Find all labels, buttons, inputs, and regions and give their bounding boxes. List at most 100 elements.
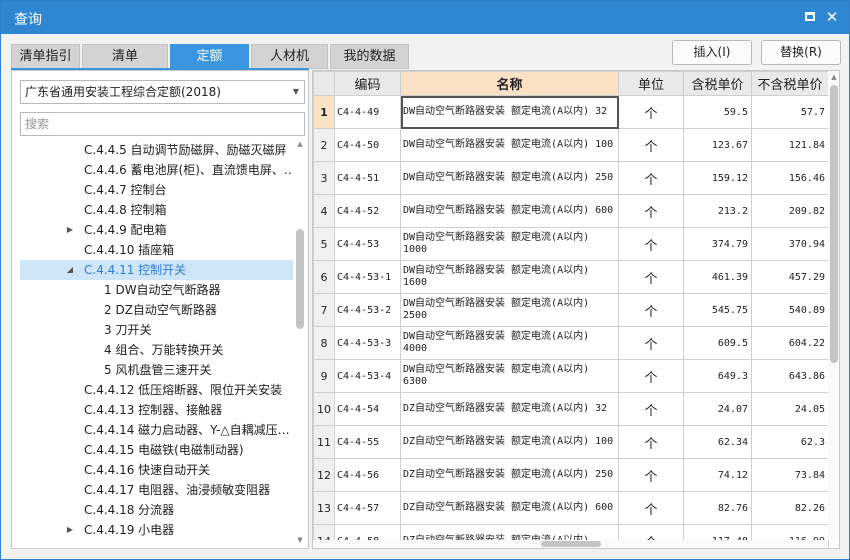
cell-price-notax[interactable]: 540.89: [751, 293, 829, 327]
search-input[interactable]: 搜索: [20, 112, 305, 136]
cell-unit[interactable]: 个: [618, 326, 684, 360]
tree-item[interactable]: 1 DW自动空气断路器: [20, 280, 293, 300]
replace-button[interactable]: 替换(R): [761, 40, 841, 65]
cell-price-tax[interactable]: 609.5: [683, 326, 752, 360]
cell-price-tax[interactable]: 159.12: [683, 161, 752, 195]
cell-price-tax[interactable]: 82.76: [683, 491, 752, 525]
tree-item[interactable]: 4 组合、万能转换开关: [20, 340, 293, 360]
row-number[interactable]: 9: [313, 359, 335, 393]
tree-scroll-thumb[interactable]: [296, 229, 304, 329]
cell-price-notax[interactable]: 209.82: [751, 194, 829, 228]
row-number[interactable]: 6: [313, 260, 335, 294]
table-row[interactable]: 10 C4-4-54 DZ自动空气断路器安装 额定电流(A以内) 32 个 24.07 2…: [313, 392, 829, 426]
cell-price-notax[interactable]: 57.7: [751, 95, 829, 129]
cell-code[interactable]: C4-4-53-4: [334, 359, 401, 393]
tree-item[interactable]: C.4.4.16 快速自动开关: [20, 460, 293, 480]
tab-labor-material[interactable]: 人材机: [251, 44, 328, 69]
cell-code[interactable]: C4-4-54: [334, 392, 401, 426]
cell-price-tax[interactable]: 123.67: [683, 128, 752, 162]
table-vscrollbar[interactable]: ▲: [828, 71, 839, 540]
cell-price-notax[interactable]: 604.22: [751, 326, 829, 360]
tab-quota[interactable]: 定额: [170, 44, 249, 69]
row-number[interactable]: 12: [313, 458, 335, 492]
table-row[interactable]: 12 C4-4-56 DZ自动空气断路器安装 额定电流(A以内) 250 个 74.12…: [313, 458, 829, 492]
table-row[interactable]: 4 C4-4-52 DW自动空气断路器安装 额定电流(A以内) 600 个 213.2 2…: [313, 194, 829, 228]
tree-item[interactable]: ▶ C.4.4.9 配电箱: [20, 220, 293, 240]
cell-name[interactable]: DW自动空气断路器安装 额定电流(A以内) 1000: [400, 227, 619, 261]
table-row[interactable]: 2 C4-4-50 DW自动空气断路器安装 额定电流(A以内) 100 个 123.67…: [313, 128, 829, 162]
tree-item[interactable]: 2 DZ自动空气断路器: [20, 300, 293, 320]
close-button[interactable]: ✕: [825, 10, 839, 25]
cell-price-tax[interactable]: 374.79: [683, 227, 752, 261]
cell-price-tax[interactable]: 62.34: [683, 425, 752, 459]
tree-item[interactable]: C.4.4.5 自动调节励磁屏、励磁灭磁屏: [20, 140, 293, 160]
table-row[interactable]: 3 C4-4-51 DW自动空气断路器安装 额定电流(A以内) 250 个 159.12…: [313, 161, 829, 195]
scroll-down-icon[interactable]: ▼: [295, 535, 305, 545]
cell-price-notax[interactable]: 62.3: [751, 425, 829, 459]
row-number[interactable]: 5: [313, 227, 335, 261]
tree-item[interactable]: C.4.4.13 控制器、接触器: [20, 400, 293, 420]
cell-price-notax[interactable]: 121.84: [751, 128, 829, 162]
cell-price-tax[interactable]: 213.2: [683, 194, 752, 228]
cell-unit[interactable]: 个: [618, 392, 684, 426]
row-number[interactable]: 11: [313, 425, 335, 459]
cell-code[interactable]: C4-4-53: [334, 227, 401, 261]
row-number[interactable]: 1: [313, 95, 335, 129]
cell-name[interactable]: DW自动空气断路器安装 额定电流(A以内) 600: [400, 194, 619, 228]
cell-name[interactable]: DW自动空气断路器安装 额定电流(A以内) 6300: [400, 359, 619, 393]
cell-name[interactable]: DW自动空气断路器安装 额定电流(A以内) 32: [400, 95, 619, 129]
cell-unit[interactable]: 个: [618, 491, 684, 525]
cell-unit[interactable]: 个: [618, 161, 684, 195]
table-row[interactable]: 9 C4-4-53-4 DW自动空气断路器安装 额定电流(A以内) 6300 个 649…: [313, 359, 829, 393]
cell-price-notax[interactable]: 370.94: [751, 227, 829, 261]
tree-item[interactable]: 3 刀开关: [20, 320, 293, 340]
cell-name[interactable]: DW自动空气断路器安装 额定电流(A以内) 1600: [400, 260, 619, 294]
table-row[interactable]: 1 C4-4-49 DW自动空气断路器安装 额定电流(A以内) 32 个 59.5 57.…: [313, 95, 829, 129]
cell-unit[interactable]: 个: [618, 128, 684, 162]
row-number[interactable]: 13: [313, 491, 335, 525]
cell-name[interactable]: DW自动空气断路器安装 额定电流(A以内) 4000: [400, 326, 619, 360]
cell-price-notax[interactable]: 24.05: [751, 392, 829, 426]
header-unit[interactable]: 单位: [618, 71, 684, 96]
cell-price-notax[interactable]: 643.86: [751, 359, 829, 393]
header-name[interactable]: 名称: [400, 71, 619, 96]
tree-item[interactable]: C.4.4.10 插座箱: [20, 240, 293, 260]
cell-unit[interactable]: 个: [618, 260, 684, 294]
cell-price-tax[interactable]: 74.12: [683, 458, 752, 492]
table-row[interactable]: 5 C4-4-53 DW自动空气断路器安装 额定电流(A以内) 1000 个 374.7…: [313, 227, 829, 261]
cell-price-notax[interactable]: 73.84: [751, 458, 829, 492]
cell-code[interactable]: C4-4-57: [334, 491, 401, 525]
tree-item[interactable]: 5 风机盘管三速开关: [20, 360, 293, 380]
tab-bill[interactable]: 清单: [82, 44, 168, 69]
row-number[interactable]: 2: [313, 128, 335, 162]
collapsed-arrow-icon[interactable]: ▶: [65, 520, 75, 540]
row-number[interactable]: 3: [313, 161, 335, 195]
cell-name[interactable]: DW自动空气断路器安装 额定电流(A以内) 2500: [400, 293, 619, 327]
header-price-notax[interactable]: 不含税单价: [751, 71, 829, 96]
row-number[interactable]: 10: [313, 392, 335, 426]
cell-code[interactable]: C4-4-56: [334, 458, 401, 492]
cell-price-tax[interactable]: 461.39: [683, 260, 752, 294]
tree-item[interactable]: C.4.4.15 电磁铁(电磁制动器): [20, 440, 293, 460]
cell-price-tax[interactable]: 545.75: [683, 293, 752, 327]
cell-unit[interactable]: 个: [618, 194, 684, 228]
cell-price-notax[interactable]: 156.46: [751, 161, 829, 195]
cell-price-tax[interactable]: 59.5: [683, 95, 752, 129]
cell-unit[interactable]: 个: [618, 227, 684, 261]
header-code[interactable]: 编码: [334, 71, 401, 96]
row-number[interactable]: 8: [313, 326, 335, 360]
cell-code[interactable]: C4-4-49: [334, 95, 401, 129]
cell-code[interactable]: C4-4-50: [334, 128, 401, 162]
cell-unit[interactable]: 个: [618, 425, 684, 459]
tab-bill-guide[interactable]: 清单指引: [11, 44, 80, 69]
tree-item[interactable]: C.4.4.14 磁力启动器、Y-△自耦减压…: [20, 420, 293, 440]
cell-code[interactable]: C4-4-55: [334, 425, 401, 459]
cell-price-notax[interactable]: 457.29: [751, 260, 829, 294]
collapsed-arrow-icon[interactable]: ▶: [65, 220, 75, 240]
cell-code[interactable]: C4-4-52: [334, 194, 401, 228]
scroll-up-icon[interactable]: ▲: [829, 72, 839, 82]
insert-button[interactable]: 插入(I): [672, 40, 752, 65]
tree-item[interactable]: C.4.4.7 控制台: [20, 180, 293, 200]
row-number[interactable]: 7: [313, 293, 335, 327]
cell-code[interactable]: C4-4-51: [334, 161, 401, 195]
